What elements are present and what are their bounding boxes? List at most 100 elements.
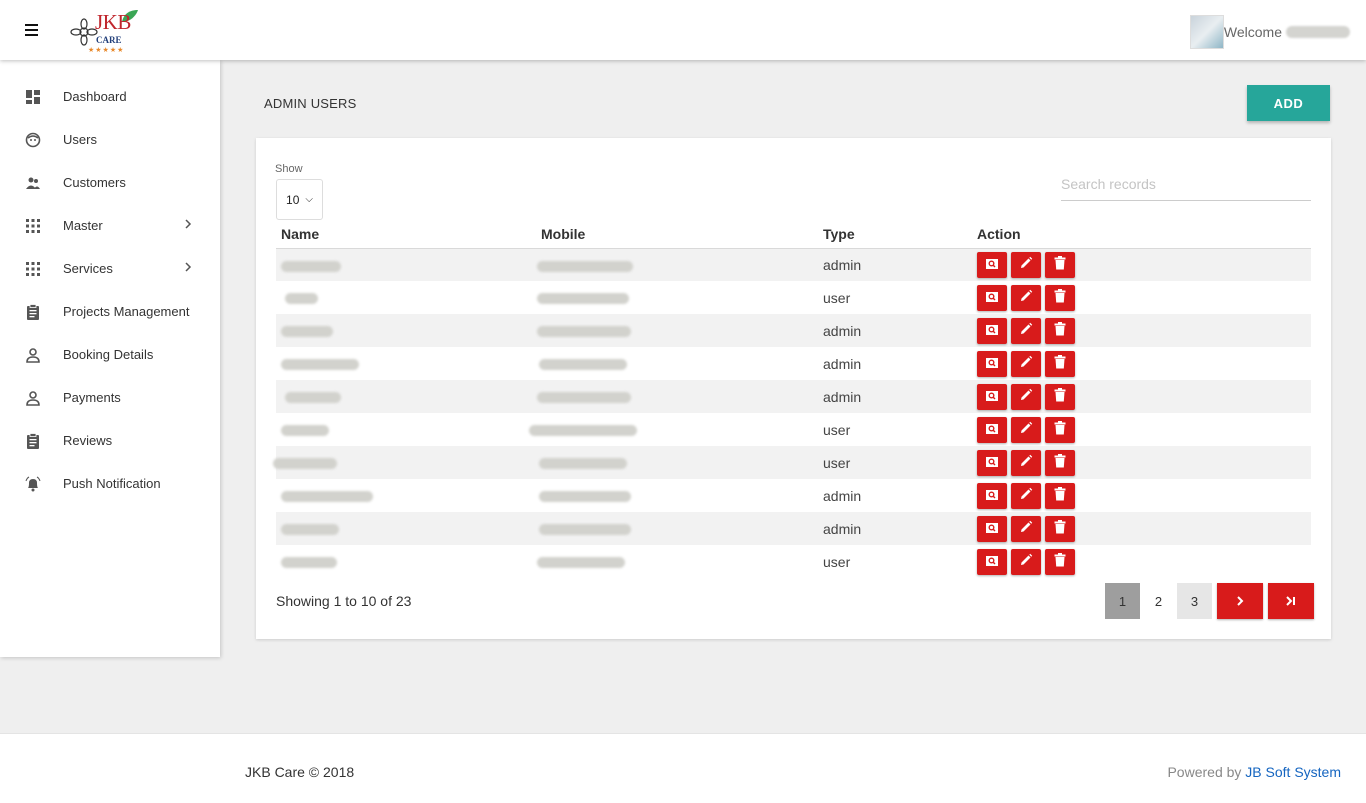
delete-button[interactable] xyxy=(1045,383,1075,410)
chevron-right-icon xyxy=(183,217,193,234)
pencil-icon xyxy=(1019,289,1033,306)
page-1-button[interactable]: 1 xyxy=(1105,583,1140,619)
redacted-name xyxy=(281,326,333,338)
sidebar-item-dashboard[interactable]: Dashboard xyxy=(0,75,220,118)
table-row: admin xyxy=(276,314,1311,347)
table-row: admin xyxy=(276,248,1311,281)
view-button[interactable] xyxy=(977,350,1007,377)
edit-button[interactable] xyxy=(1011,350,1041,377)
redacted-mobile xyxy=(539,458,627,470)
cell-mobile xyxy=(536,545,818,578)
view-icon xyxy=(985,554,999,570)
column-header-name[interactable]: Name xyxy=(276,221,536,249)
view-button[interactable] xyxy=(977,449,1007,476)
view-icon xyxy=(985,356,999,372)
copyright-text: JKB Care © 2018 xyxy=(245,764,355,780)
sidebar-item-booking-details[interactable]: Booking Details xyxy=(0,333,220,376)
sidebar-item-label: Dashboard xyxy=(63,89,127,104)
cell-actions xyxy=(972,512,1311,545)
clipboard-icon xyxy=(25,433,41,449)
view-button[interactable] xyxy=(977,548,1007,575)
column-header-mobile[interactable]: Mobile xyxy=(536,221,818,249)
delete-button[interactable] xyxy=(1045,449,1075,476)
edit-button[interactable] xyxy=(1011,449,1041,476)
sidebar-item-services[interactable]: Services xyxy=(0,247,220,290)
page-3-button[interactable]: 3 xyxy=(1177,583,1212,619)
page-2-button[interactable]: 2 xyxy=(1141,583,1176,619)
next-page-button[interactable] xyxy=(1217,583,1263,619)
edit-button[interactable] xyxy=(1011,383,1041,410)
edit-button[interactable] xyxy=(1011,515,1041,542)
avatar[interactable] xyxy=(1189,15,1224,49)
table-row: admin xyxy=(276,380,1311,413)
cell-actions xyxy=(972,347,1311,380)
redacted-name xyxy=(281,524,339,536)
pencil-icon xyxy=(1019,355,1033,372)
edit-button[interactable] xyxy=(1011,416,1041,443)
sidebar-item-projects-management[interactable]: Projects Management xyxy=(0,290,220,333)
redacted-name xyxy=(281,359,359,371)
delete-button[interactable] xyxy=(1045,284,1075,311)
view-button[interactable] xyxy=(977,416,1007,443)
delete-button[interactable] xyxy=(1045,251,1075,278)
powered-by-link[interactable]: JB Soft System xyxy=(1245,764,1341,780)
grid-icon xyxy=(25,218,41,234)
chevron-down-icon: ⌵ xyxy=(305,194,313,205)
cell-mobile xyxy=(536,248,818,281)
view-button[interactable] xyxy=(977,251,1007,278)
table-row: user xyxy=(276,281,1311,314)
view-icon xyxy=(985,257,999,273)
cell-type: user xyxy=(823,553,851,570)
sidebar-item-label: Customers xyxy=(63,175,126,190)
view-button[interactable] xyxy=(977,383,1007,410)
sidebar-item-payments[interactable]: Payments xyxy=(0,376,220,419)
redacted-username xyxy=(1286,26,1350,38)
trash-icon xyxy=(1054,454,1066,471)
edit-button[interactable] xyxy=(1011,251,1041,278)
redacted-name xyxy=(273,458,337,470)
logo[interactable]: JKB CARE ★★★★★ xyxy=(68,8,146,56)
cell-mobile xyxy=(536,281,818,314)
sidebar-item-reviews[interactable]: Reviews xyxy=(0,419,220,462)
view-button[interactable] xyxy=(977,515,1007,542)
delete-button[interactable] xyxy=(1045,317,1075,344)
edit-button[interactable] xyxy=(1011,482,1041,509)
person-icon xyxy=(25,347,41,363)
delete-button[interactable] xyxy=(1045,482,1075,509)
redacted-mobile xyxy=(537,293,629,305)
trash-icon xyxy=(1054,487,1066,504)
user-welcome[interactable]: Welcome xyxy=(1189,15,1350,49)
table-row: user xyxy=(276,545,1311,578)
edit-button[interactable] xyxy=(1011,548,1041,575)
cell-type: admin xyxy=(818,380,972,413)
menu-icon[interactable] xyxy=(25,24,38,36)
view-button[interactable] xyxy=(977,482,1007,509)
add-button[interactable]: ADD xyxy=(1247,85,1330,121)
edit-button[interactable] xyxy=(1011,284,1041,311)
sidebar-item-push-notification[interactable]: Push Notification xyxy=(0,462,220,505)
cell-name xyxy=(276,248,536,281)
sidebar-item-label: Projects Management xyxy=(63,304,190,319)
view-button[interactable] xyxy=(977,284,1007,311)
pencil-icon xyxy=(1019,421,1033,438)
sidebar-item-label: Push Notification xyxy=(63,476,161,491)
sidebar-item-users[interactable]: Users xyxy=(0,118,220,161)
last-page-button[interactable] xyxy=(1268,583,1314,619)
sidebar-item-customers[interactable]: Customers xyxy=(0,161,220,204)
cell-type: admin xyxy=(818,248,972,281)
users-table: Name Mobile Type Action admin user admin ad… xyxy=(273,221,1311,578)
delete-button[interactable] xyxy=(1045,416,1075,443)
sidebar-item-master[interactable]: Master xyxy=(0,204,220,247)
redacted-mobile xyxy=(539,491,631,503)
view-icon xyxy=(985,323,999,339)
page-size-select[interactable]: 10 ⌵ xyxy=(276,179,323,220)
redacted-mobile xyxy=(539,359,627,371)
trash-icon xyxy=(1054,322,1066,339)
delete-button[interactable] xyxy=(1045,548,1075,575)
delete-button[interactable] xyxy=(1045,350,1075,377)
column-header-type[interactable]: Type xyxy=(818,221,972,249)
view-button[interactable] xyxy=(977,317,1007,344)
edit-button[interactable] xyxy=(1011,317,1041,344)
delete-button[interactable] xyxy=(1045,515,1075,542)
search-input[interactable] xyxy=(1061,168,1311,201)
